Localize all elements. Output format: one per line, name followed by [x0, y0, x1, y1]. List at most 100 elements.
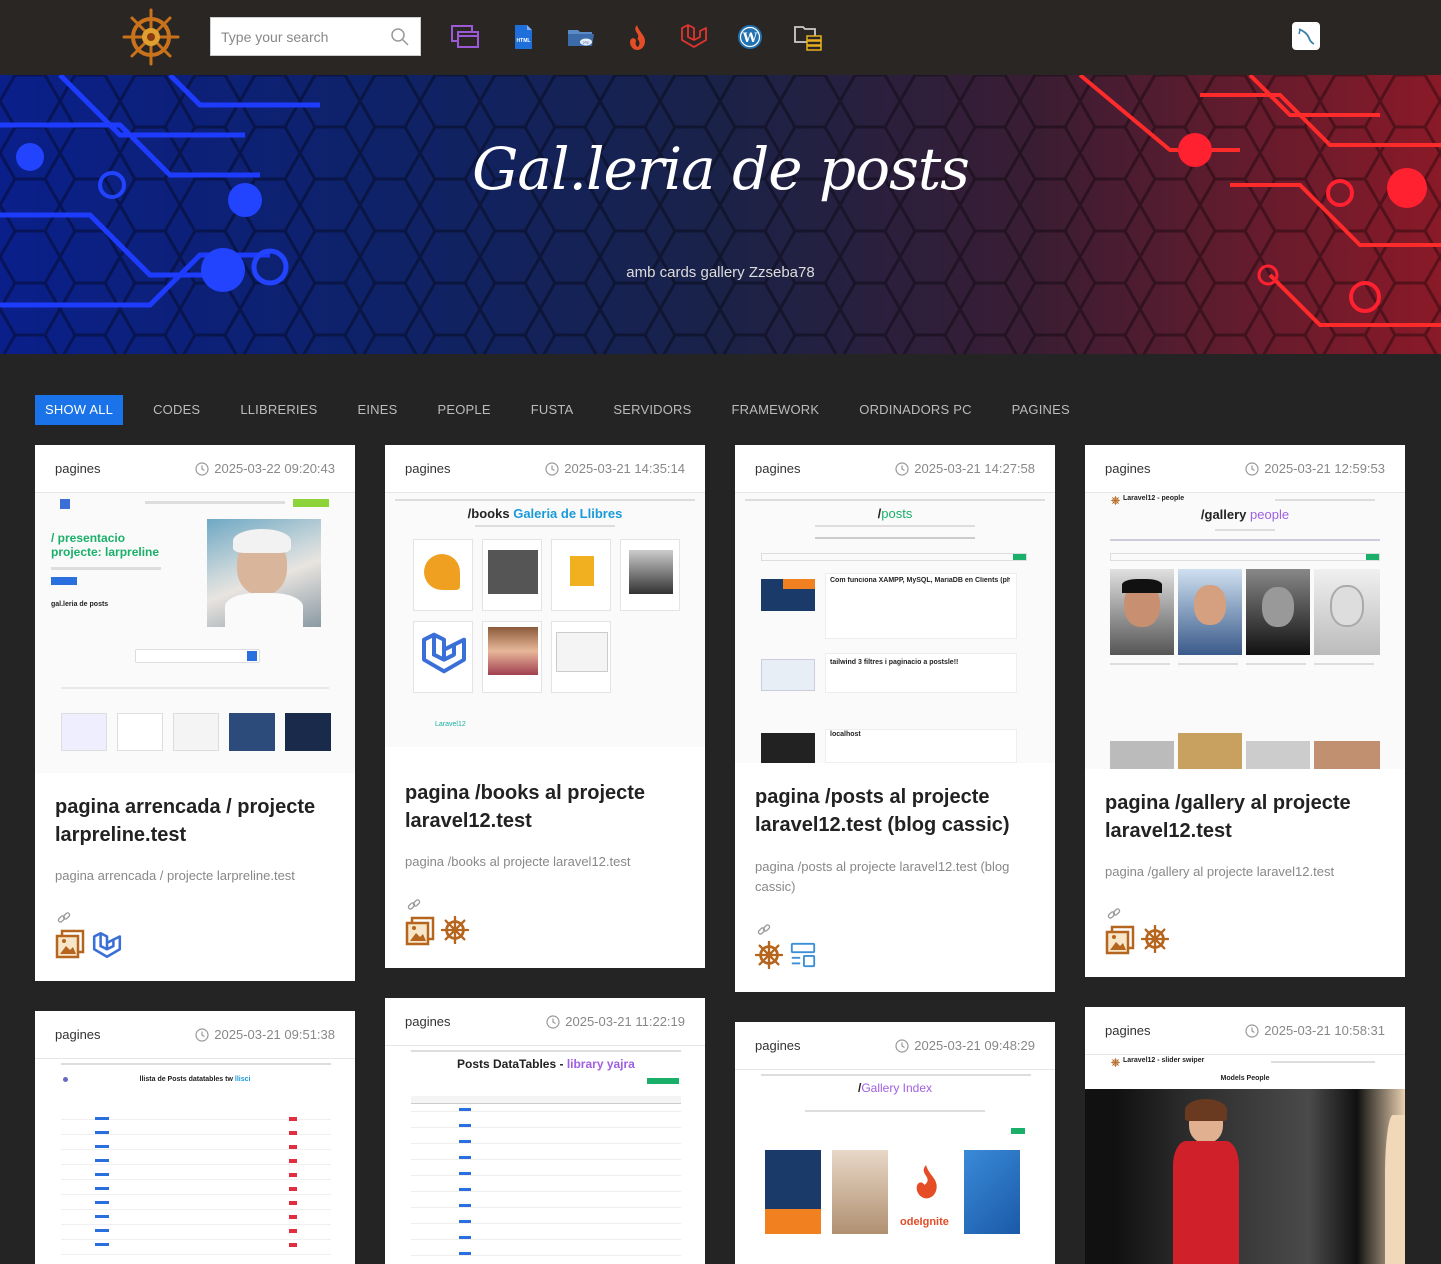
- wordpress-icon[interactable]: W: [735, 22, 765, 52]
- post-card[interactable]: pagines 2025-03-21 14:27:58 /posts Com f…: [735, 445, 1055, 992]
- card-thumbnail[interactable]: / presentacio projecte: larpreline gal.l…: [35, 493, 355, 773]
- clock-icon: [195, 1028, 209, 1042]
- thumb-logo: [60, 499, 70, 509]
- card-date: 2025-03-21 11:22:19: [546, 1014, 685, 1029]
- filter-pagines[interactable]: PAGINES: [1002, 395, 1080, 425]
- card-category: pagines: [755, 1038, 801, 1053]
- card-date-text: 2025-03-21 12:59:53: [1264, 461, 1385, 476]
- link-icon[interactable]: [57, 911, 71, 925]
- gallery-icon[interactable]: [1105, 925, 1135, 955]
- card-tech-icons: [405, 916, 469, 946]
- thumb-post-2: tailwind 3 filtres i paginacio a postsle…: [830, 659, 959, 666]
- layout-icon[interactable]: [789, 941, 817, 969]
- folder-server-icon[interactable]: [793, 22, 823, 52]
- thumb-logo-icon: [1111, 1058, 1120, 1067]
- card-date-text: 2025-03-21 10:58:31: [1264, 1023, 1385, 1038]
- windows-icon[interactable]: [450, 22, 480, 52]
- ship-wheel-icon[interactable]: [441, 916, 469, 944]
- filter-people[interactable]: PEOPLE: [427, 395, 500, 425]
- card-title[interactable]: pagina /books al projecte laravel12.test: [385, 779, 705, 835]
- post-card[interactable]: pagines 2025-03-21 12:59:53 Laravel12 - …: [1085, 445, 1405, 977]
- card-category: pagines: [1105, 461, 1151, 476]
- card-header: pagines 2025-03-21 14:27:58: [735, 445, 1055, 493]
- laravel-icon[interactable]: [91, 929, 123, 961]
- svg-text:HTML: HTML: [517, 38, 531, 44]
- post-card[interactable]: pagines 2025-03-21 11:22:19 Posts DataTa…: [385, 998, 705, 1264]
- gallery-icon[interactable]: [405, 916, 435, 946]
- ship-wheel-logo-icon[interactable]: [122, 8, 180, 66]
- laravel-logo-icon: [417, 628, 471, 678]
- card-thumbnail[interactable]: Laravel12 - people /gallery people: [1085, 493, 1405, 769]
- clock-icon: [895, 1039, 909, 1053]
- card-date: 2025-03-21 14:35:14: [545, 461, 685, 476]
- thumb-caption: odeIgnite: [900, 1216, 949, 1228]
- post-card[interactable]: pagines 2025-03-21 14:35:14 /books Galer…: [385, 445, 705, 968]
- top-navbar: HTML php W: [0, 0, 1441, 75]
- filter-llibreries[interactable]: LLIBRERIES: [230, 395, 327, 425]
- card-header: pagines 2025-03-21 09:51:38: [35, 1011, 355, 1059]
- card-thumbnail[interactable]: Laravel12 - slider swiper Models People: [1085, 1055, 1405, 1264]
- card-thumbnail[interactable]: /books Galeria de Llibres Laravel12: [385, 493, 705, 747]
- card-title[interactable]: pagina arrencada / projecte larpreline.t…: [35, 793, 355, 849]
- search-icon[interactable]: [390, 27, 410, 47]
- card-date-text: 2025-03-21 14:35:14: [564, 461, 685, 476]
- clock-icon: [1245, 462, 1259, 476]
- card-tech-icons: [55, 929, 123, 961]
- card-header: pagines 2025-03-21 09:48:29: [735, 1022, 1055, 1070]
- card-tech-icons: [755, 941, 817, 969]
- post-card[interactable]: pagines 2025-03-22 09:20:43 / presentaci…: [35, 445, 355, 981]
- card-date: 2025-03-22 09:20:43: [195, 461, 335, 476]
- card-title[interactable]: pagina /gallery al projecte laravel12.te…: [1085, 789, 1405, 845]
- ship-wheel-icon[interactable]: [755, 941, 783, 969]
- post-card[interactable]: pagines 2025-03-21 10:58:31 Laravel12 - …: [1085, 1007, 1405, 1264]
- clock-icon: [895, 462, 909, 476]
- link-icon[interactable]: [407, 898, 421, 912]
- filter-ordinadors-pc[interactable]: ORDINADORS PC: [849, 395, 981, 425]
- card-thumbnail[interactable]: /Gallery Index odeIgnite: [735, 1070, 1055, 1264]
- link-icon[interactable]: [757, 923, 771, 937]
- thumb-post-3: localhost: [830, 731, 861, 738]
- codeigniter-icon[interactable]: [622, 22, 652, 52]
- card-date: 2025-03-21 09:51:38: [195, 1027, 335, 1042]
- link-icon[interactable]: [1107, 907, 1121, 921]
- thumb-nav-button: [293, 499, 329, 507]
- post-card[interactable]: pagines 2025-03-21 09:51:38 llista de Po…: [35, 1011, 355, 1264]
- clock-icon: [545, 462, 559, 476]
- card-date-text: 2025-03-21 09:51:38: [214, 1027, 335, 1042]
- card-excerpt: pagina arrencada / projecte larpreline.t…: [55, 868, 295, 883]
- card-date: 2025-03-21 12:59:53: [1245, 461, 1385, 476]
- codeigniter-logo-icon: [916, 1165, 937, 1199]
- thumb-heading: llista de Posts datatables tw llisci: [139, 1076, 251, 1083]
- card-header: pagines 2025-03-21 10:58:31: [1085, 1007, 1405, 1055]
- thumb-heading: Posts DataTables - library yajra: [457, 1057, 635, 1071]
- card-category: pagines: [55, 461, 101, 476]
- filter-codes[interactable]: CODES: [143, 395, 210, 425]
- filter-eines[interactable]: EINES: [347, 395, 407, 425]
- hero-title: Gal.leria de posts: [472, 135, 970, 203]
- clock-icon: [1245, 1024, 1259, 1038]
- php-folder-icon[interactable]: php: [566, 22, 596, 52]
- clock-icon: [546, 1015, 560, 1029]
- thumb-heading: Models People: [1220, 1075, 1270, 1082]
- ship-wheel-icon[interactable]: [1141, 925, 1169, 953]
- filter-fusta[interactable]: FUSTA: [521, 395, 584, 425]
- card-date: 2025-03-21 14:27:58: [895, 461, 1035, 476]
- card-title[interactable]: pagina /posts al projecte laravel12.test…: [735, 783, 1055, 839]
- post-card[interactable]: pagines 2025-03-21 09:48:29 /Gallery Ind…: [735, 1022, 1055, 1264]
- card-thumbnail[interactable]: Posts DataTables - library yajra: [385, 1046, 705, 1264]
- card-thumbnail[interactable]: llista de Posts datatables tw llisci: [35, 1059, 355, 1264]
- laravel-icon[interactable]: [678, 22, 708, 52]
- html-file-icon[interactable]: HTML: [508, 22, 538, 52]
- card-thumbnail[interactable]: /posts Com funciona XAMPP, MySQL, MariaD…: [735, 493, 1055, 763]
- thumb-logo-icon: [1111, 496, 1120, 505]
- search-input[interactable]: [221, 27, 391, 47]
- svg-text:W: W: [742, 31, 758, 46]
- filter-servidors[interactable]: SERVIDORS: [603, 395, 701, 425]
- filter-show-all[interactable]: SHOW ALL: [35, 395, 124, 425]
- gallery-icon[interactable]: [55, 929, 85, 959]
- card-header: pagines 2025-03-22 09:20:43: [35, 445, 355, 493]
- card-header: pagines 2025-03-21 14:35:14: [385, 445, 705, 493]
- mysql-workbench-icon[interactable]: [1292, 22, 1320, 50]
- filter-framework[interactable]: FRAMEWORK: [722, 395, 830, 425]
- card-date-text: 2025-03-21 11:22:19: [565, 1014, 685, 1029]
